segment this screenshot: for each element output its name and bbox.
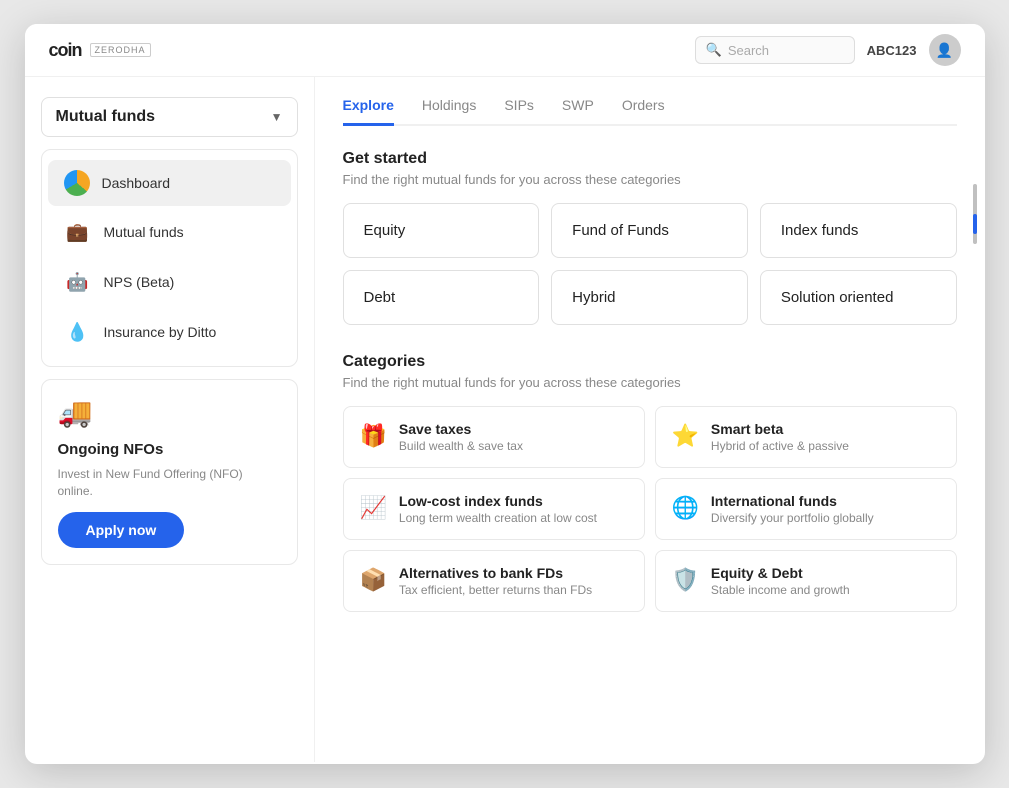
save-taxes-name: Save taxes [399, 421, 523, 437]
tabs: Explore Holdings SIPs SWP Orders [343, 97, 957, 126]
sidebar: Mutual funds ▼ Dashboard 💼 Mutual funds … [25, 77, 315, 762]
get-started-desc: Find the right mutual funds for you acro… [343, 172, 957, 187]
tab-swp[interactable]: SWP [562, 97, 594, 126]
sidebar-item-insurance[interactable]: 💧 Insurance by Ditto [48, 308, 291, 356]
category-save-taxes[interactable]: 🎁 Save taxes Build wealth & save tax [343, 406, 645, 468]
categories-section: Categories Find the right mutual funds f… [343, 353, 957, 612]
browser-window: coin ZERODHA 🔍 Search ABC123 👤 Mutual fu… [25, 24, 985, 764]
category-alternatives[interactable]: 📦 Alternatives to bank FDs Tax efficient… [343, 550, 645, 612]
category-equity-debt[interactable]: 🛡️ Equity & Debt Stable income and growt… [655, 550, 957, 612]
search-icon: 🔍 [706, 42, 722, 58]
tab-holdings[interactable]: Holdings [422, 97, 476, 126]
dropdown-label: Mutual funds [56, 108, 156, 126]
header-right: 🔍 Search ABC123 👤 [695, 34, 961, 66]
header: coin ZERODHA 🔍 Search ABC123 👤 [25, 24, 985, 77]
sidebar-item-nps[interactable]: 🤖 NPS (Beta) [48, 258, 291, 306]
avatar: 👤 [929, 34, 961, 66]
mutual-funds-label: Mutual funds [104, 224, 184, 240]
nfo-truck-icon: 🚚 [58, 396, 281, 429]
insurance-label: Insurance by Ditto [104, 324, 217, 340]
fund-card-debt[interactable]: Debt [343, 270, 540, 325]
category-smart-beta[interactable]: ⭐ Smart beta Hybrid of active & passive [655, 406, 957, 468]
trending-up-icon: 📈 [360, 495, 387, 521]
tab-orders[interactable]: Orders [622, 97, 665, 126]
nfo-title: Ongoing NFOs [58, 441, 281, 458]
dashboard-label: Dashboard [102, 175, 171, 191]
alternatives-desc: Tax efficient, better returns than FDs [399, 583, 592, 597]
equity-debt-name: Equity & Debt [711, 565, 850, 581]
get-started-title: Get started [343, 150, 957, 168]
categories-desc: Find the right mutual funds for you acro… [343, 375, 957, 390]
smart-beta-name: Smart beta [711, 421, 849, 437]
fund-card-index-funds[interactable]: Index funds [760, 203, 957, 258]
search-placeholder: Search [728, 43, 769, 58]
categories-grid: 🎁 Save taxes Build wealth & save tax ⭐ S… [343, 406, 957, 612]
fund-card-equity[interactable]: Equity [343, 203, 540, 258]
main-layout: Mutual funds ▼ Dashboard 💼 Mutual funds … [25, 77, 985, 762]
user-id: ABC123 [867, 43, 917, 58]
sidebar-item-mutual-funds[interactable]: 💼 Mutual funds [48, 208, 291, 256]
category-low-cost-index[interactable]: 📈 Low-cost index funds Long term wealth … [343, 478, 645, 540]
logo-zerodha: ZERODHA [90, 43, 151, 57]
tab-sips[interactable]: SIPs [504, 97, 534, 126]
box-icon: 📦 [360, 567, 387, 593]
sidebar-item-dashboard[interactable]: Dashboard [48, 160, 291, 206]
fund-type-grid: Equity Fund of Funds Index funds Debt Hy… [343, 203, 957, 325]
solution-oriented-label: Solution oriented [781, 289, 894, 306]
search-bar[interactable]: 🔍 Search [695, 36, 855, 64]
smart-beta-desc: Hybrid of active & passive [711, 439, 849, 453]
chevron-down-icon: ▼ [271, 110, 283, 124]
briefcase-icon: 💼 [64, 218, 92, 246]
nps-label: NPS (Beta) [104, 274, 175, 290]
categories-title: Categories [343, 353, 957, 371]
nfo-card: 🚚 Ongoing NFOs Invest in New Fund Offeri… [41, 379, 298, 565]
hybrid-label: Hybrid [572, 289, 615, 306]
low-cost-index-desc: Long term wealth creation at low cost [399, 511, 597, 525]
international-name: International funds [711, 493, 874, 509]
fund-of-funds-label: Fund of Funds [572, 222, 669, 239]
main-content: Explore Holdings SIPs SWP Orders Get sta… [315, 77, 985, 762]
fund-card-fund-of-funds[interactable]: Fund of Funds [551, 203, 748, 258]
nps-icon: 🤖 [64, 268, 92, 296]
logo-text: coin [49, 40, 82, 61]
nav-card: Dashboard 💼 Mutual funds 🤖 NPS (Beta) 💧 … [41, 149, 298, 367]
low-cost-index-name: Low-cost index funds [399, 493, 597, 509]
globe-icon: 🌐 [672, 495, 699, 521]
tab-explore[interactable]: Explore [343, 97, 394, 126]
equity-debt-desc: Stable income and growth [711, 583, 850, 597]
fund-card-solution-oriented[interactable]: Solution oriented [760, 270, 957, 325]
get-started-section: Get started Find the right mutual funds … [343, 150, 957, 187]
mutual-funds-dropdown[interactable]: Mutual funds ▼ [41, 97, 298, 137]
dashboard-icon [64, 170, 90, 196]
gift-icon: 🎁 [360, 423, 387, 449]
international-desc: Diversify your portfolio globally [711, 511, 874, 525]
equity-label: Equity [364, 222, 406, 239]
scrollbar-thumb[interactable] [973, 214, 977, 234]
save-taxes-desc: Build wealth & save tax [399, 439, 523, 453]
category-international[interactable]: 🌐 International funds Diversify your por… [655, 478, 957, 540]
index-funds-label: Index funds [781, 222, 859, 239]
logo-area: coin ZERODHA [49, 40, 151, 61]
shield-icon: 🛡️ [672, 567, 699, 593]
nfo-description: Invest in New Fund Offering (NFO) online… [58, 466, 281, 500]
apply-now-button[interactable]: Apply now [58, 512, 185, 548]
star-icon: ⭐ [672, 423, 699, 449]
debt-label: Debt [364, 289, 396, 306]
insurance-icon: 💧 [64, 318, 92, 346]
fund-card-hybrid[interactable]: Hybrid [551, 270, 748, 325]
alternatives-name: Alternatives to bank FDs [399, 565, 592, 581]
